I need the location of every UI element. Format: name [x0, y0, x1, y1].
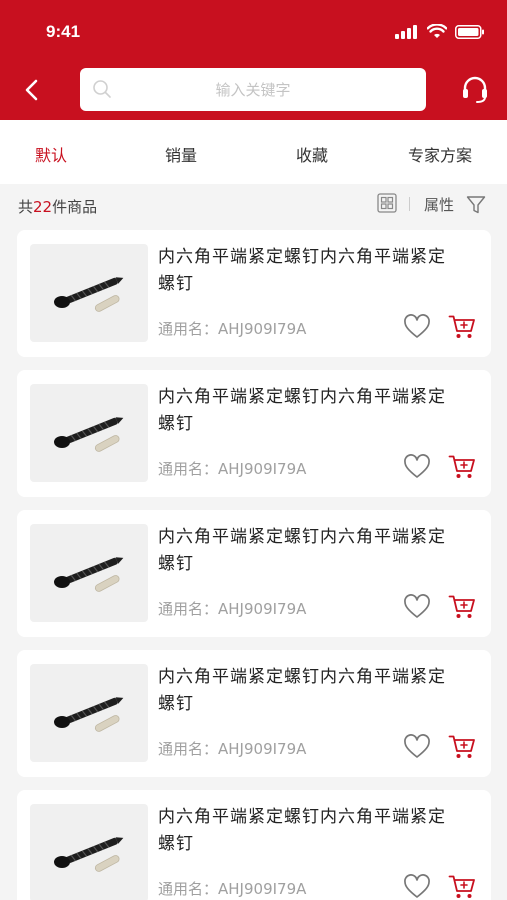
- product-image: [30, 664, 148, 762]
- generic-name-label: 通用名：: [158, 880, 219, 898]
- heart-icon: [404, 734, 430, 758]
- status-icons: [395, 24, 485, 39]
- screw-product-image: [54, 277, 124, 312]
- product-title: 内六角平端紧定螺钉内六角平端紧定螺钉: [158, 247, 446, 294]
- add-to-cart-button[interactable]: [448, 314, 476, 340]
- screw-product-image: [54, 837, 124, 872]
- search-input[interactable]: [80, 68, 426, 111]
- back-button[interactable]: [20, 76, 46, 104]
- result-count-prefix: 共: [18, 198, 34, 216]
- back-arrow-icon: [25, 79, 38, 101]
- tab-default[interactable]: 默认: [35, 142, 67, 166]
- grid-view-toggle[interactable]: [377, 193, 397, 213]
- generic-name-label: 通用名：: [158, 320, 219, 338]
- generic-name-label: 通用名：: [158, 740, 219, 758]
- generic-name-value: AHJ909I79A: [218, 600, 307, 618]
- header-bar: 9:41: [0, 0, 507, 120]
- tab-expert-plans[interactable]: 专家方案: [408, 142, 472, 166]
- product-image: [30, 244, 148, 342]
- add-to-cart-button[interactable]: [448, 874, 476, 900]
- customer-service-button[interactable]: [461, 75, 489, 105]
- filter-button[interactable]: [466, 195, 486, 219]
- heart-icon: [404, 314, 430, 338]
- cart-icon: [448, 455, 475, 478]
- generic-name-value: AHJ909I79A: [218, 880, 307, 898]
- add-to-cart-button[interactable]: [448, 734, 476, 760]
- screw-product-image: [54, 697, 124, 732]
- favorite-button[interactable]: [403, 454, 431, 480]
- favorite-button[interactable]: [403, 734, 431, 760]
- result-count-suffix: 件商品: [52, 198, 98, 216]
- cart-icon: [448, 595, 475, 618]
- product-image: [30, 384, 148, 482]
- product-title: 内六角平端紧定螺钉内六角平端紧定螺钉: [158, 387, 446, 434]
- product-generic-name: 通用名：AHJ909I79A: [158, 598, 306, 619]
- product-card[interactable]: 内六角平端紧定螺钉内六角平端紧定螺钉 通用名：AHJ909I79A: [17, 650, 491, 777]
- favorite-button[interactable]: [403, 874, 431, 900]
- result-count-number: 22: [33, 198, 53, 216]
- product-generic-name: 通用名：AHJ909I79A: [158, 318, 306, 339]
- generic-name-label: 通用名：: [158, 460, 219, 478]
- product-title: 内六角平端紧定螺钉内六角平端紧定螺钉: [158, 667, 446, 714]
- favorite-button[interactable]: [403, 314, 431, 340]
- product-card[interactable]: 内六角平端紧定螺钉内六角平端紧定螺钉 通用名：AHJ909I79A: [17, 510, 491, 637]
- battery-icon: [455, 24, 484, 39]
- generic-name-value: AHJ909I79A: [218, 320, 307, 338]
- product-title: 内六角平端紧定螺钉内六角平端紧定螺钉: [158, 807, 446, 854]
- add-to-cart-button[interactable]: [448, 454, 476, 480]
- generic-name-value: AHJ909I79A: [218, 460, 307, 478]
- status-time: 9:41: [46, 22, 81, 41]
- product-card[interactable]: 内六角平端紧定螺钉内六角平端紧定螺钉 通用名：AHJ909I79A: [17, 230, 491, 357]
- product-image: [30, 804, 148, 900]
- screw-product-image: [54, 417, 124, 452]
- screw-product-image: [54, 557, 124, 592]
- cart-icon: [448, 875, 475, 898]
- product-card[interactable]: 内六角平端紧定螺钉内六角平端紧定螺钉 通用名：AHJ909I79A: [17, 790, 491, 900]
- summary-divider: [409, 197, 410, 211]
- heart-icon: [404, 874, 430, 898]
- heart-icon: [404, 594, 430, 618]
- cart-icon: [448, 315, 475, 338]
- attribute-filter-label[interactable]: 属性: [424, 194, 454, 215]
- product-card[interactable]: 内六角平端紧定螺钉内六角平端紧定螺钉 通用名：AHJ909I79A: [17, 370, 491, 497]
- product-generic-name: 通用名：AHJ909I79A: [158, 458, 306, 479]
- wifi-icon: [427, 24, 447, 38]
- result-count: 共22件商品: [18, 196, 97, 217]
- add-to-cart-button[interactable]: [448, 594, 476, 620]
- tab-sales[interactable]: 销量: [165, 142, 197, 166]
- headset-icon: [463, 76, 487, 103]
- sort-tabs: 默认 销量 收藏 专家方案: [0, 120, 507, 184]
- grid-view-icon: [377, 193, 397, 213]
- search-box[interactable]: [80, 68, 426, 111]
- product-image: [30, 524, 148, 622]
- product-generic-name: 通用名：AHJ909I79A: [158, 738, 306, 759]
- generic-name-label: 通用名：: [158, 600, 219, 618]
- favorite-button[interactable]: [403, 594, 431, 620]
- heart-icon: [404, 454, 430, 478]
- filter-icon: [466, 196, 486, 214]
- product-title: 内六角平端紧定螺钉内六角平端紧定螺钉: [158, 527, 446, 574]
- tab-favorites[interactable]: 收藏: [296, 142, 328, 166]
- cart-icon: [448, 735, 475, 758]
- signal-icon: [395, 24, 417, 39]
- generic-name-value: AHJ909I79A: [218, 740, 307, 758]
- product-generic-name: 通用名：AHJ909I79A: [158, 878, 306, 899]
